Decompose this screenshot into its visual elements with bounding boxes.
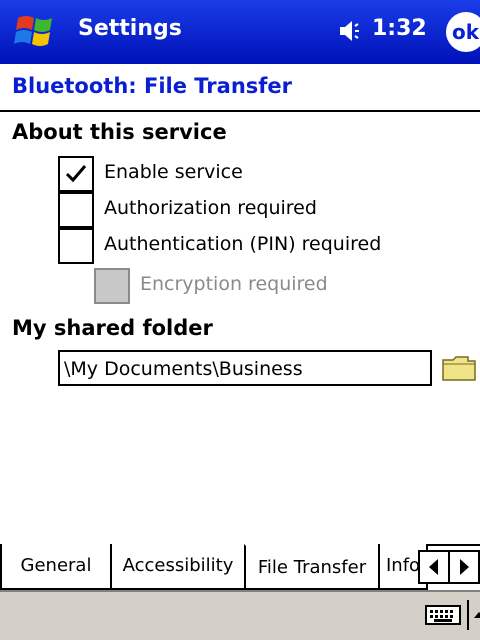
tab-label: Accessibility xyxy=(122,555,234,576)
arrow-up-icon[interactable] xyxy=(466,600,480,630)
checkbox-label: Enable service xyxy=(104,161,243,183)
speaker-icon[interactable] xyxy=(338,18,368,44)
app-title: Settings xyxy=(78,16,182,41)
clock[interactable]: 1:32 xyxy=(372,16,427,41)
checkbox[interactable] xyxy=(58,228,94,264)
authentication-required-checkbox[interactable]: Authentication (PIN) required xyxy=(58,228,418,268)
checkbox[interactable] xyxy=(58,192,94,228)
page-title: Bluetooth: File Transfer xyxy=(12,74,293,98)
checkbox-label: Authorization required xyxy=(104,197,317,219)
keyboard-icon[interactable] xyxy=(424,600,462,630)
tab-general[interactable]: General xyxy=(0,544,112,590)
authorization-required-checkbox[interactable]: Authorization required xyxy=(58,192,358,232)
tab-label: File Transfer xyxy=(257,557,367,578)
tab-scroll-right-button[interactable] xyxy=(448,550,480,584)
folder-icon[interactable] xyxy=(442,354,476,382)
page-heading: Bluetooth: File Transfer xyxy=(0,64,480,112)
ok-button[interactable]: ok xyxy=(446,12,480,52)
checkbox[interactable] xyxy=(58,156,94,192)
tab-label: General xyxy=(20,555,92,576)
tab-accessibility[interactable]: Accessibility xyxy=(110,544,246,590)
checkbox-label: Authentication (PIN) required xyxy=(104,233,382,255)
title-bar: Settings 1:32 ok xyxy=(0,0,480,64)
checkbox-label: Encryption required xyxy=(140,273,328,295)
encryption-required-checkbox: Encryption required xyxy=(94,268,354,308)
shared-folder-input[interactable]: \My Documents\Business xyxy=(58,350,432,386)
tab-file-transfer[interactable]: File Transfer xyxy=(244,544,380,590)
menu-bar xyxy=(0,590,480,640)
tab-bar: General Accessibility File Transfer Info xyxy=(0,544,480,592)
tab-scroll-left-button[interactable] xyxy=(418,550,450,584)
check-icon xyxy=(65,165,87,183)
shared-folder-title: My shared folder xyxy=(12,316,213,340)
arrow-left-icon xyxy=(429,559,438,575)
checkbox xyxy=(94,268,130,304)
tab-label: Info xyxy=(386,555,421,576)
windows-flag-icon[interactable] xyxy=(14,12,58,52)
enable-service-checkbox[interactable]: Enable service xyxy=(58,156,318,196)
shared-folder-value: \My Documents\Business xyxy=(64,358,303,380)
about-section-title: About this service xyxy=(12,120,227,144)
arrow-right-icon xyxy=(460,559,469,575)
